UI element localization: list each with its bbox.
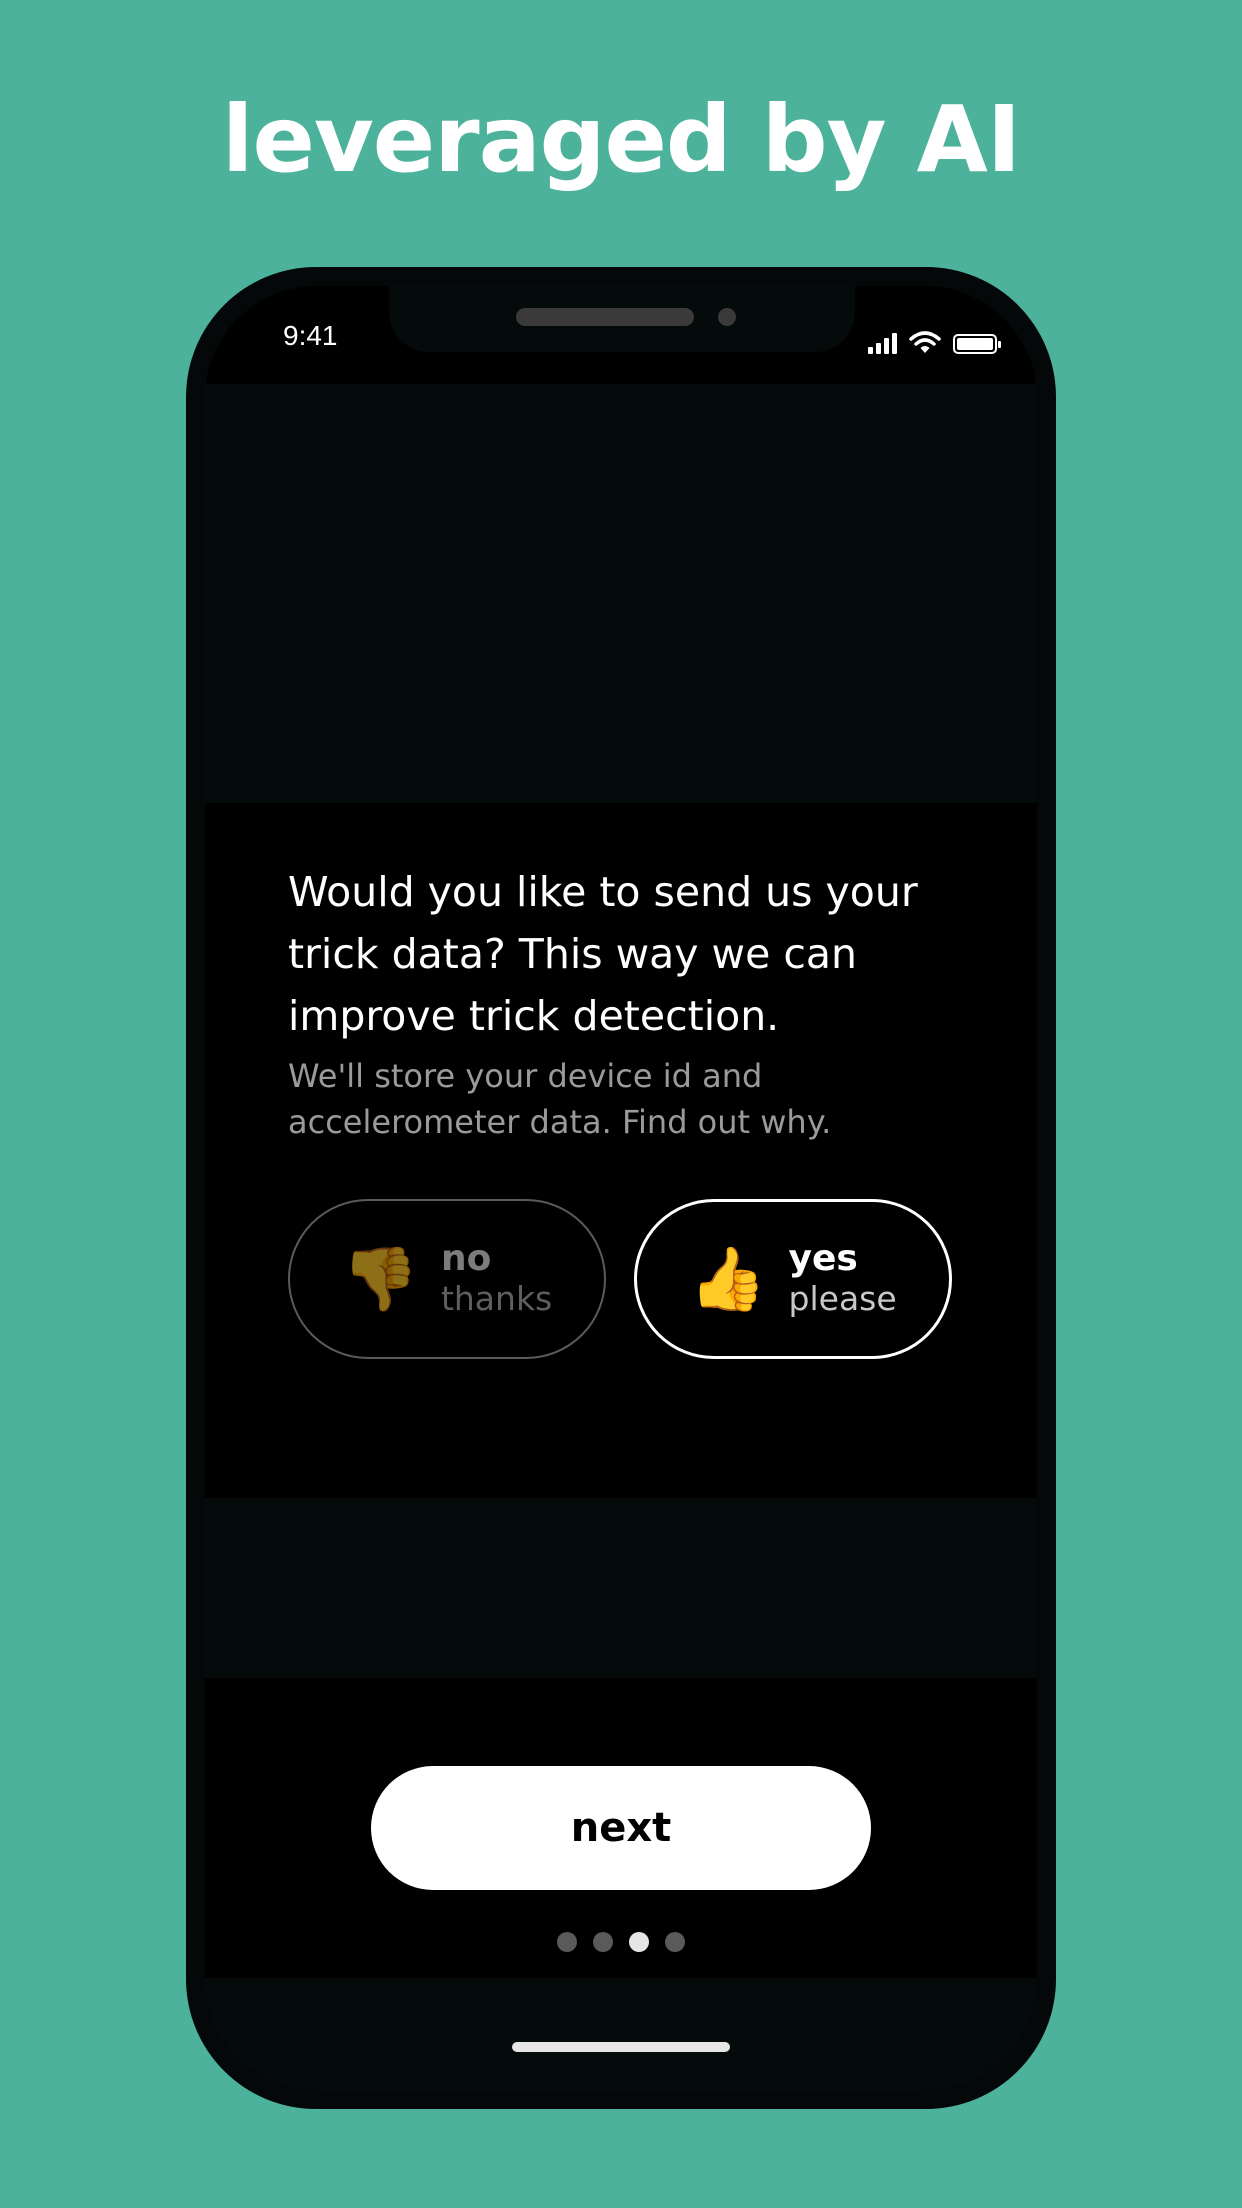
speaker-grille xyxy=(516,308,694,326)
home-indicator[interactable] xyxy=(512,2042,730,2052)
status-bar: 9:41 xyxy=(205,286,1037,384)
no-sublabel: thanks xyxy=(440,1279,553,1318)
phone-frame: 9:41 Would you like to send us your tric… xyxy=(186,267,1056,2109)
consent-question: Would you like to send us your trick dat… xyxy=(288,868,918,1040)
phone-screen: 9:41 Would you like to send us your tric… xyxy=(205,286,1037,2090)
headline: leveraged by AI xyxy=(221,86,1021,193)
consent-subtext[interactable]: We'll store your device id and accelerom… xyxy=(288,1053,908,1145)
consent-card: Would you like to send us your trick dat… xyxy=(205,803,1037,1498)
next-button[interactable]: next xyxy=(371,1766,871,1890)
yes-please-button[interactable]: 👍 yes please xyxy=(634,1199,952,1359)
notch xyxy=(389,286,855,352)
wifi-icon xyxy=(909,331,941,353)
yes-sublabel: please xyxy=(788,1279,897,1318)
footer: next xyxy=(205,1678,1037,1978)
cellular-signal-icon xyxy=(868,332,897,354)
battery-level xyxy=(957,338,993,350)
page-dot[interactable] xyxy=(665,1932,685,1952)
status-icons xyxy=(868,328,1001,354)
no-label: no xyxy=(440,1238,492,1279)
status-time: 9:41 xyxy=(283,320,338,351)
battery-icon xyxy=(953,334,1001,354)
no-thanks-text: no thanks xyxy=(441,1239,552,1319)
front-camera xyxy=(718,308,736,326)
yes-label: yes xyxy=(788,1238,858,1279)
page-dot[interactable] xyxy=(557,1932,577,1952)
no-thanks-button[interactable]: 👎 no thanks xyxy=(288,1199,606,1359)
page-dot-active[interactable] xyxy=(629,1932,649,1952)
thumbs-up-icon: 👍 xyxy=(689,1242,767,1315)
yes-please-text: yes please xyxy=(789,1239,897,1319)
page-dot[interactable] xyxy=(593,1932,613,1952)
thumbs-down-icon: 👎 xyxy=(341,1242,419,1315)
page-indicator xyxy=(205,1932,1037,1952)
